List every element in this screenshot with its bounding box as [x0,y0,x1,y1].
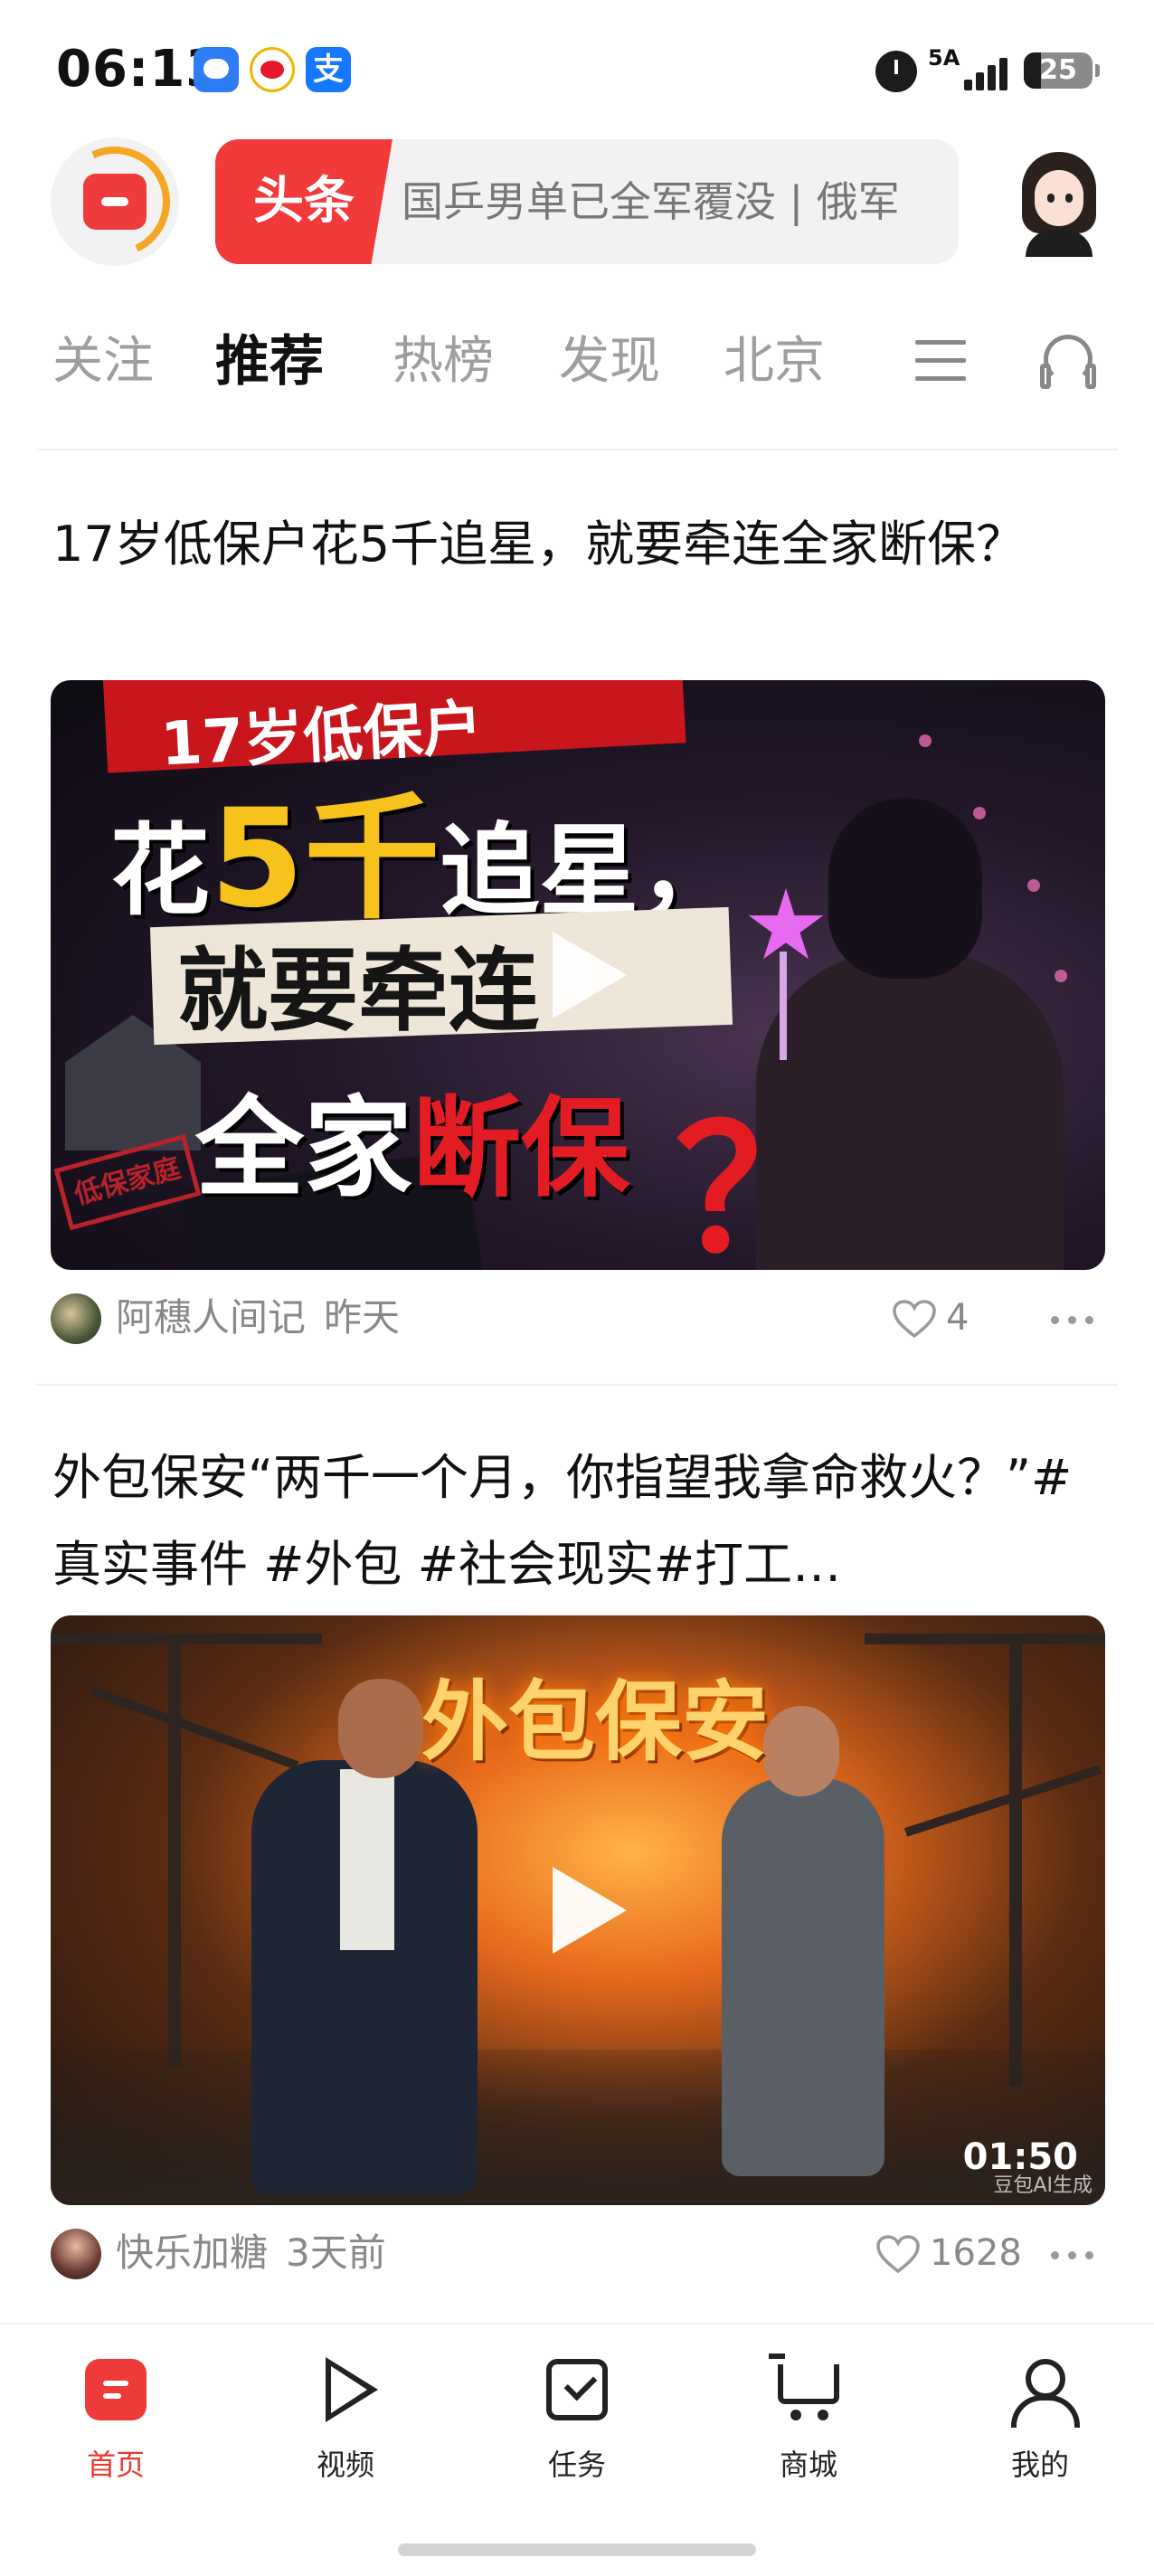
status-bar: 06:13 支 5A 25 [0,0,1154,136]
thumbnail-text: 花 [110,813,210,929]
channel-tabs: 关注 推荐 热榜 发现 北京 [0,308,1154,416]
tab-recommend[interactable]: 推荐 [215,308,324,416]
user-icon [1009,2359,1080,2428]
home-indicator[interactable] [398,2543,756,2556]
home-icon [85,2359,147,2420]
tab-follow[interactable]: 关注 [52,308,154,416]
post-time: 3天前 [286,2230,386,2275]
nav-home[interactable]: 首页 [43,2352,188,2505]
nav-me[interactable]: 我的 [968,2352,1112,2505]
user-avatar[interactable] [1009,150,1109,257]
alipay-icon: 支 [306,47,351,92]
post-time: 昨天 [324,1295,401,1340]
thumbnail-headline-3: 全家断保 [195,1060,629,1217]
heart-icon[interactable] [875,2234,921,2274]
heart-icon[interactable] [892,1299,937,1339]
headset-ear [1085,364,1096,389]
app-screen: 06:13 支 5A 25 头条 国乒男单已全军覆没 | 俄军 关注 推荐 热榜… [0,0,1154,2576]
thumbnail-text: 5千 [210,781,440,938]
chat-app-icon [194,47,239,92]
thumbnail-question-mark: ？ [675,1091,847,1270]
thumbnail-text: 断保 [412,1086,629,1212]
tab-hot-list[interactable]: 热榜 [393,308,494,416]
thumbnail-headline-2: 就要牵连 [177,938,539,1044]
nav-mall[interactable]: 商城 [736,2352,881,2505]
tab-discover[interactable]: 发现 [559,308,660,416]
article-meta: 快乐加糖 3天前 1628 [51,2221,1105,2285]
nav-label: 任务 [547,2448,606,2482]
divider [36,449,1118,450]
weibo-icon [250,47,295,92]
cart-icon [769,2353,839,2420]
signal-icon [946,54,1009,90]
thumbnail-overlay-title: 外包保安 [421,1672,769,1773]
author-name[interactable]: 阿穗人间记 [116,1286,306,1350]
man-head [338,1679,423,1778]
headset-ear [1040,364,1051,389]
toutiao-logo-icon[interactable] [43,130,186,273]
search-tag: 头条 [215,139,393,264]
nav-label: 我的 [1010,2448,1069,2482]
task-icon [546,2359,608,2420]
more-icon[interactable] [1051,1316,1094,1324]
nav-label: 首页 [86,2448,145,2482]
video-thumbnail[interactable]: 外包保安 01:50 豆包AI生成 [51,1615,1105,2205]
author-avatar[interactable] [51,2229,101,2279]
search-hint[interactable]: 国乒男单已全军覆没 | 俄军 [402,139,953,264]
logo-core [83,174,147,230]
author-name[interactable]: 快乐加糖 [116,2221,268,2285]
play-icon[interactable] [553,1867,627,1954]
divider [36,1384,1118,1386]
video-icon [326,2357,378,2422]
thumbnail-text: 全家 [195,1086,412,1212]
battery-level: 25 [1039,54,1077,86]
nav-video[interactable]: 视频 [273,2352,418,2505]
search-bar[interactable]: 头条 国乒男单已全军覆没 | 俄军 [215,139,959,264]
nav-label: 视频 [316,2448,374,2482]
avatar-body [1026,230,1093,257]
play-icon[interactable] [553,932,627,1018]
tabs-fade [868,308,922,416]
bottom-nav: 首页 视频 任务 商城 我的 [0,2323,1154,2576]
battery-icon: 25 [1024,52,1100,89]
video-thumbnail[interactable]: 低保家庭 17岁低保户 花5千追星， 就要牵连 全家断保 ？ [51,680,1105,1270]
like-count: 1628 [930,2232,1022,2274]
article-meta: 阿穗人间记 昨天 4 [51,1286,1105,1350]
tab-beijing[interactable]: 北京 [724,308,825,416]
more-icon[interactable] [1051,2251,1094,2259]
article-title[interactable]: 17岁低保户花5千追星，就要牵连全家断保？ [52,501,1102,675]
avatar-face [1035,170,1083,226]
alarm-icon [875,51,917,92]
wand-graphic [780,952,787,1060]
article-title[interactable]: 外包保安“两千一个月，你指望我拿命救火？”#真实事件 #外包 #社会现实#打工… [52,1435,1102,1608]
security-guard [722,1778,884,2176]
like-count: 4 [946,1297,970,1339]
avatar-eye [1047,194,1055,203]
nav-label: 商城 [779,2448,837,2482]
headset-icon[interactable] [1040,335,1096,391]
menu-icon[interactable] [915,338,966,384]
avatar-eye [1065,194,1073,203]
nav-tasks[interactable]: 任务 [505,2352,649,2505]
man-shirt [340,1769,394,1950]
guard-head [763,1706,839,1796]
author-avatar[interactable] [51,1293,101,1344]
ground [51,2050,1105,2205]
ai-watermark: 豆包AI生成 [993,2174,1093,2197]
girl-head [828,798,982,979]
